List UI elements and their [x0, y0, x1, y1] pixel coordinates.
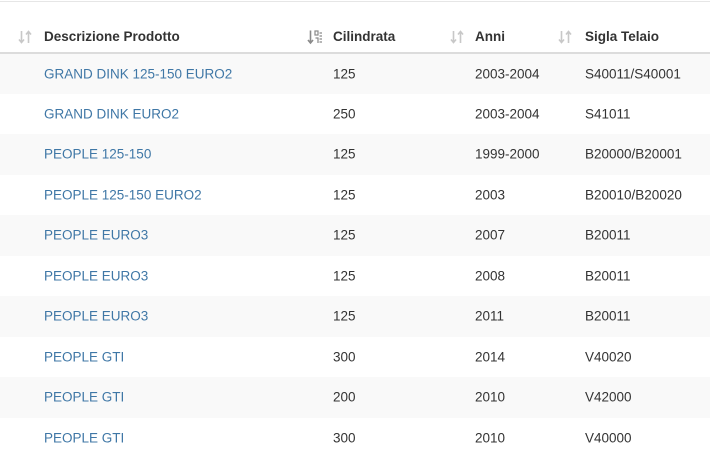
product-link[interactable]: PEOPLE GTI — [44, 430, 124, 445]
cell-cilindrata: 300 — [333, 349, 356, 365]
column-header-descrizione[interactable]: Descrizione Prodotto — [0, 23, 333, 53]
cell-descrizione: PEOPLE EURO3 — [0, 296, 333, 337]
cell-sigla: S41011 — [585, 106, 631, 122]
table-header: Descrizione Prodotto Cilindrata Anni Sig… — [0, 23, 710, 53]
cell-anni: 2010 — [475, 430, 506, 446]
column-header-label: Anni — [475, 29, 505, 44]
sort-numeric-descending-icon[interactable] — [307, 29, 323, 45]
cell-descrizione: PEOPLE 125-150 — [0, 134, 333, 175]
product-link[interactable]: PEOPLE 125-150 EURO2 — [44, 187, 202, 202]
product-link[interactable]: GRAND DINK EURO2 — [44, 106, 179, 121]
table-row: GRAND DINK EURO2 250 2003-2004 S41011 — [0, 94, 710, 135]
sort-both-icon[interactable] — [18, 29, 32, 45]
product-link[interactable]: PEOPLE GTI — [44, 349, 124, 364]
cell-anni: 1999-2000 — [475, 146, 540, 162]
cell-descrizione: PEOPLE EURO3 — [0, 256, 333, 297]
cell-cilindrata: 125 — [333, 66, 356, 82]
table-row: PEOPLE 125-150 EURO2 125 2003 B20010/B20… — [0, 175, 710, 216]
cell-sigla: V40000 — [585, 430, 632, 446]
column-header-label: Descrizione Prodotto — [44, 29, 180, 44]
table-row: PEOPLE GTI 200 2010 V42000 — [0, 377, 710, 418]
cell-cilindrata: 125 — [333, 146, 356, 162]
table-row: PEOPLE GTI 300 2014 V40020 — [0, 337, 710, 378]
cell-cilindrata: 125 — [333, 227, 356, 243]
cell-sigla: V42000 — [585, 389, 632, 405]
sort-both-icon[interactable] — [450, 29, 464, 45]
cell-sigla: B20011 — [585, 227, 631, 243]
cell-sigla: B20010/B20020 — [585, 187, 682, 203]
cell-cilindrata: 250 — [333, 106, 356, 122]
product-link[interactable]: PEOPLE GTI — [44, 390, 124, 405]
cell-sigla: V40020 — [585, 349, 632, 365]
cell-descrizione: PEOPLE EURO3 — [0, 215, 333, 256]
cell-descrizione: GRAND DINK 125-150 EURO2 — [0, 53, 333, 94]
table-row: PEOPLE EURO3 125 2007 B20011 — [0, 215, 710, 256]
column-header-label: Sigla Telaio — [585, 29, 660, 44]
cell-descrizione: PEOPLE GTI — [0, 377, 333, 418]
cell-anni: 2003-2004 — [475, 66, 540, 82]
product-link[interactable]: PEOPLE EURO3 — [44, 309, 148, 324]
product-link[interactable]: PEOPLE EURO3 — [44, 268, 148, 283]
table-row: PEOPLE EURO3 125 2011 B20011 — [0, 296, 710, 337]
table-row: PEOPLE GTI 300 2010 V40000 — [0, 418, 710, 459]
cell-sigla: B20011 — [585, 308, 631, 324]
cell-descrizione: GRAND DINK EURO2 — [0, 94, 333, 135]
column-header-sigla[interactable]: Sigla Telaio — [558, 23, 710, 53]
product-table: Descrizione Prodotto Cilindrata Anni Sig… — [0, 23, 710, 458]
product-link[interactable]: GRAND DINK 125-150 EURO2 — [44, 66, 232, 81]
cell-cilindrata: 200 — [333, 389, 356, 405]
cell-descrizione: PEOPLE GTI — [0, 337, 333, 378]
cell-sigla: B20000/B20001 — [585, 146, 682, 162]
cell-anni: 2007 — [475, 227, 506, 243]
cell-descrizione: PEOPLE 125-150 EURO2 — [0, 175, 333, 216]
header-row: Descrizione Prodotto Cilindrata Anni Sig… — [0, 23, 710, 53]
cell-cilindrata: 300 — [333, 430, 356, 446]
table-row: GRAND DINK 125-150 EURO2 125 2003-2004 S… — [0, 53, 710, 94]
table-body: GRAND DINK 125-150 EURO2 125 2003-2004 S… — [0, 53, 710, 458]
cell-anni: 2003-2004 — [475, 106, 540, 122]
cell-anni: 2008 — [475, 268, 506, 284]
cell-anni: 2014 — [475, 349, 506, 365]
cell-descrizione: PEOPLE GTI — [0, 418, 333, 459]
cell-sigla: S40011/S40001 — [585, 66, 681, 82]
top-divider — [0, 1, 710, 2]
table-row: PEOPLE EURO3 125 2008 B20011 — [0, 256, 710, 297]
table-row: PEOPLE 125-150 125 1999-2000 B20000/B200… — [0, 134, 710, 175]
cell-cilindrata: 125 — [333, 308, 356, 324]
cell-anni: 2003 — [475, 187, 506, 203]
sort-both-icon[interactable] — [558, 29, 572, 45]
cell-anni: 2010 — [475, 389, 506, 405]
product-link[interactable]: PEOPLE 125-150 — [44, 147, 151, 162]
product-link[interactable]: PEOPLE EURO3 — [44, 228, 148, 243]
cell-cilindrata: 125 — [333, 187, 356, 203]
cell-anni: 2011 — [475, 308, 505, 324]
cell-cilindrata: 125 — [333, 268, 356, 284]
cell-sigla: B20011 — [585, 268, 631, 284]
column-header-label: Cilindrata — [333, 29, 396, 44]
